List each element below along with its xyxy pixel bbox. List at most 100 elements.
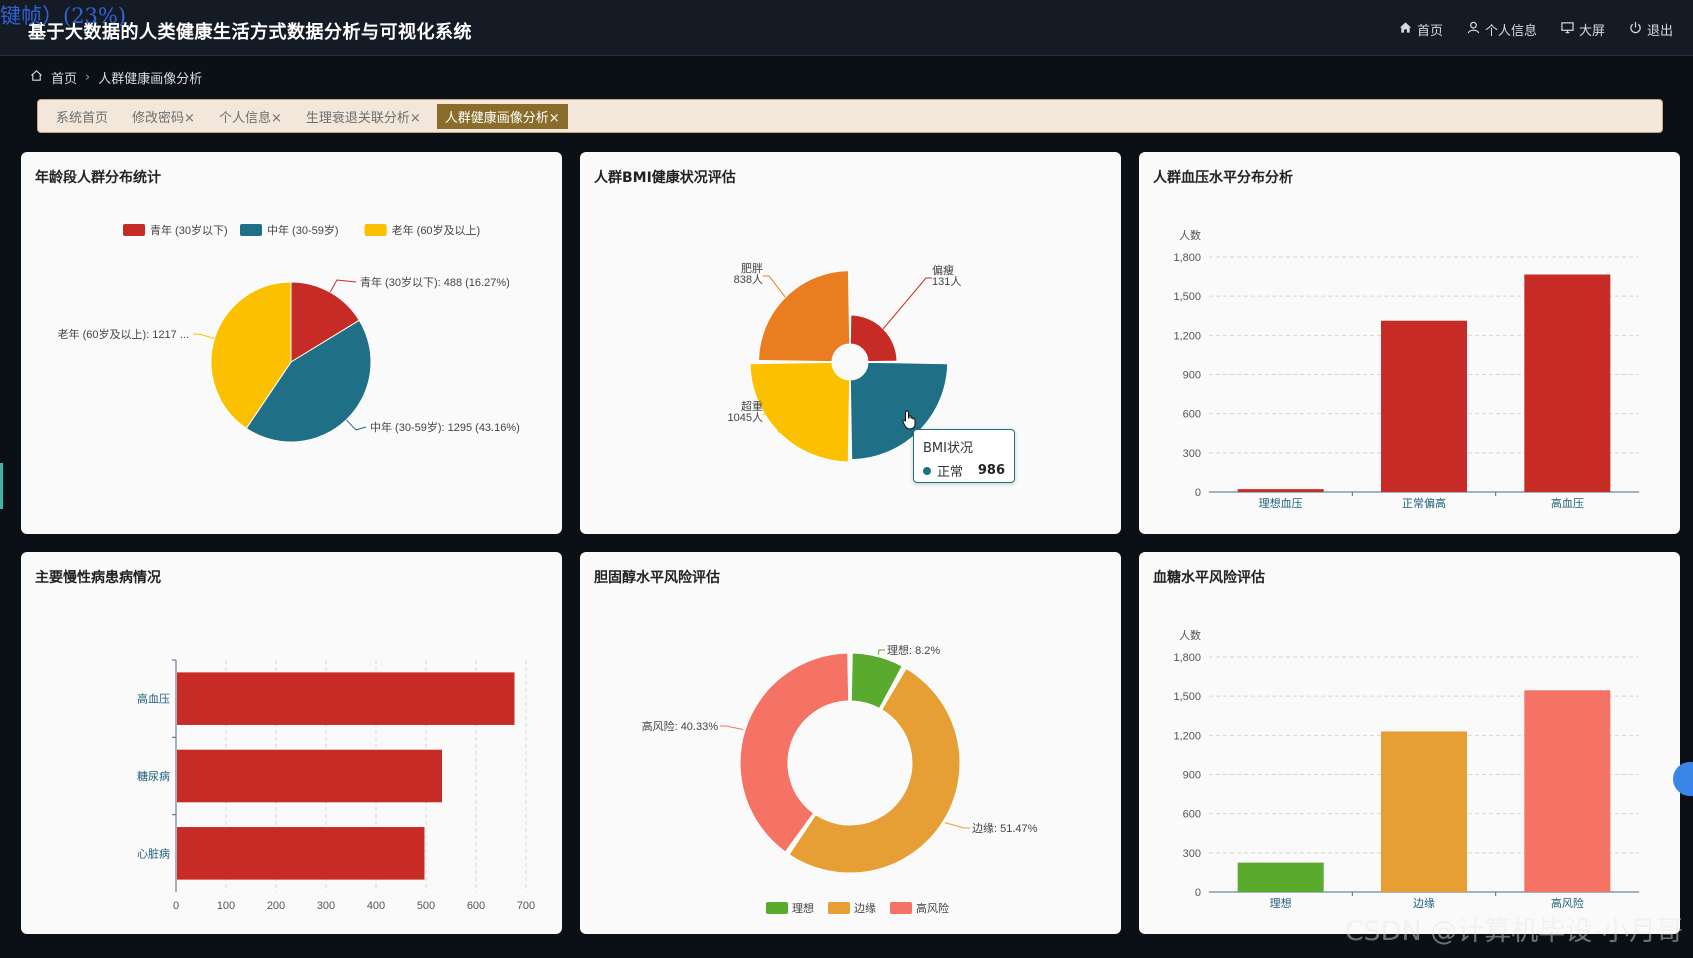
breadcrumb-home[interactable]: 首页 <box>51 68 77 87</box>
y-tick-label: 600 <box>1183 809 1201 821</box>
label-leader-line <box>192 333 215 340</box>
tag-system-home[interactable]: 系统首页 <box>48 104 116 129</box>
chronic-disease-bar-chart: 0 100 200 300 400 500 600 700 高血压糖尿病心脏病 <box>137 659 535 912</box>
y-tick-label: 300 <box>1183 848 1201 860</box>
tag-change-password[interactable]: 修改密码× <box>124 104 203 129</box>
slice-label: 理想: 8.2% <box>887 643 940 657</box>
x-tick-label: 高血压 <box>1551 496 1584 510</box>
tag-label: 个人信息 <box>218 110 271 126</box>
y-tick-label: 900 <box>1183 370 1201 382</box>
tag-label: 生理衰退关联分析 <box>305 110 410 126</box>
panel-title: 年龄段人群分布统计 <box>35 170 161 186</box>
chart-tooltip: BMI状况 正常 986 <box>913 429 1015 483</box>
y-tick-label: 0 <box>1195 487 1201 499</box>
bar <box>1381 731 1467 892</box>
nav-logout-label: 退出 <box>1646 24 1673 39</box>
panel-title: 主要慢性病患病情况 <box>35 570 161 586</box>
x-tick-label: 正常偏高 <box>1402 496 1446 510</box>
label-leader-line <box>345 419 367 431</box>
legend-label: 老年 (60岁及以上) <box>392 223 481 237</box>
bar <box>1524 274 1611 492</box>
tooltip-name: 正常 <box>937 465 964 480</box>
close-icon[interactable]: × <box>184 111 195 126</box>
y-axis-label: 人数 <box>1179 229 1201 242</box>
tag-label: 修改密码 <box>132 110 185 126</box>
slice-label: 131人 <box>932 275 961 288</box>
bar <box>177 749 442 803</box>
bar <box>1237 862 1324 892</box>
nav-big-screen-label: 大屏 <box>1578 24 1605 39</box>
breadcrumb-separator-icon: › <box>85 70 91 85</box>
close-icon[interactable]: × <box>549 111 560 126</box>
bmi-rose-chart: 偏瘦131人超重1045人肥胖838人 <box>728 262 961 463</box>
rose-slice <box>849 314 898 363</box>
slice-label: 偏瘦 <box>932 263 954 277</box>
y-tick-label: 糖尿病 <box>137 769 170 783</box>
label-leader-line <box>944 822 970 829</box>
nav-big-screen[interactable]: 大屏 <box>1561 20 1605 39</box>
x-tick-label: 理想 <box>1270 896 1292 910</box>
home-icon <box>30 69 43 86</box>
nav-logout[interactable]: 退出 <box>1629 20 1673 39</box>
y-tick-label: 1,500 <box>1173 691 1201 703</box>
x-tick-label: 700 <box>517 900 535 912</box>
power-icon <box>1629 21 1642 38</box>
x-tick-label: 400 <box>367 900 385 912</box>
x-tick-label: 600 <box>467 900 485 912</box>
tooltip-value: 986 <box>977 463 1005 478</box>
monitor-icon <box>1561 21 1574 38</box>
close-icon[interactable]: × <box>271 111 282 126</box>
cholesterol-donut-chart: 理想: 8.2% 边缘: 51.47% 高风险: 40.33% 理想 边缘 高风险 <box>642 643 1038 915</box>
label-leader-line <box>329 279 357 293</box>
x-tick-label: 理想血压 <box>1259 496 1303 510</box>
panel-title: 胆固醇水平风险评估 <box>594 570 720 586</box>
y-tick-label: 600 <box>1183 409 1201 421</box>
legend-swatch <box>766 902 788 914</box>
y-tick-label: 1,500 <box>1173 291 1201 303</box>
tags-bar: 系统首页 修改密码× 个人信息× 生理衰退关联分析× 人群健康画像分析× <box>37 99 1663 133</box>
breadcrumb: 首页 › 人群健康画像分析 <box>30 68 202 87</box>
x-tick-label: 300 <box>317 900 335 912</box>
bar <box>1381 320 1467 492</box>
x-tick-label: 0 <box>173 900 179 912</box>
user-icon <box>1467 21 1480 38</box>
label-leader-line <box>878 649 885 655</box>
legend-swatch <box>890 902 912 914</box>
bar <box>177 827 425 880</box>
nav-home-label: 首页 <box>1416 24 1443 39</box>
nav-profile[interactable]: 个人信息 <box>1467 20 1537 39</box>
bar <box>177 672 515 725</box>
y-tick-label: 1,800 <box>1173 252 1201 264</box>
tag-profile[interactable]: 个人信息× <box>211 104 290 129</box>
slice-label: 边缘: 51.47% <box>972 822 1038 835</box>
hand-cursor-icon <box>902 410 916 430</box>
top-bar: 基于大数据的人类健康生活方式数据分析与可视化系统 键帧）(23%) 首页 个人信… <box>0 0 1693 56</box>
legend-swatch <box>123 224 145 236</box>
x-tick-label: 500 <box>417 900 435 912</box>
tag-health-profile[interactable]: 人群健康画像分析× <box>436 103 568 129</box>
panel-bmi: 偏瘦 131人 超重 1045人 肥胖 838人 人群BMI健康状况评估 BMI状况 正常… <box>580 152 1121 534</box>
glucose-bar-chart: 03006009001,2001,5001,800人数理想 边缘 高风险 <box>1173 629 1639 910</box>
panel-chronic-disease: 0 100 200 300 400 500 600 700 高血压 糖尿病 心脏病 主要慢性病患病情… <box>21 552 562 934</box>
slice-label: 高风险: 40.33% <box>642 719 719 733</box>
panel-cholesterol: 理想: 8.2% 边缘: 51.47% 高风险: 40.33% 理想 边缘 高风险 胆固醇… <box>580 552 1121 934</box>
slice-label: 青年 (30岁以下): 488 (16.27%) <box>360 275 510 289</box>
bar <box>1524 690 1611 892</box>
tag-physio-decline[interactable]: 生理衰退关联分析× <box>298 104 429 129</box>
nav-profile-label: 个人信息 <box>1484 24 1537 39</box>
rose-slice <box>758 270 851 363</box>
y-tick-label: 300 <box>1183 448 1201 460</box>
legend-label: 中年 (30-59岁) <box>267 223 339 237</box>
nav-home[interactable]: 首页 <box>1399 20 1443 39</box>
close-icon[interactable]: × <box>410 111 421 126</box>
bar <box>1237 489 1324 492</box>
home-icon <box>1399 21 1412 38</box>
legend-label: 青年 (30岁以下) <box>150 223 228 237</box>
y-tick-label: 高血压 <box>137 692 170 706</box>
tooltip-title: BMI状况 <box>923 441 973 456</box>
y-tick-label: 1,200 <box>1173 330 1201 342</box>
y-tick-label: 1,800 <box>1173 652 1201 664</box>
panel-title: 人群BMI健康状况评估 <box>594 170 736 186</box>
legend-label: 理想 <box>792 901 814 915</box>
top-nav: 首页 个人信息 大屏 退出 <box>1399 20 1673 39</box>
